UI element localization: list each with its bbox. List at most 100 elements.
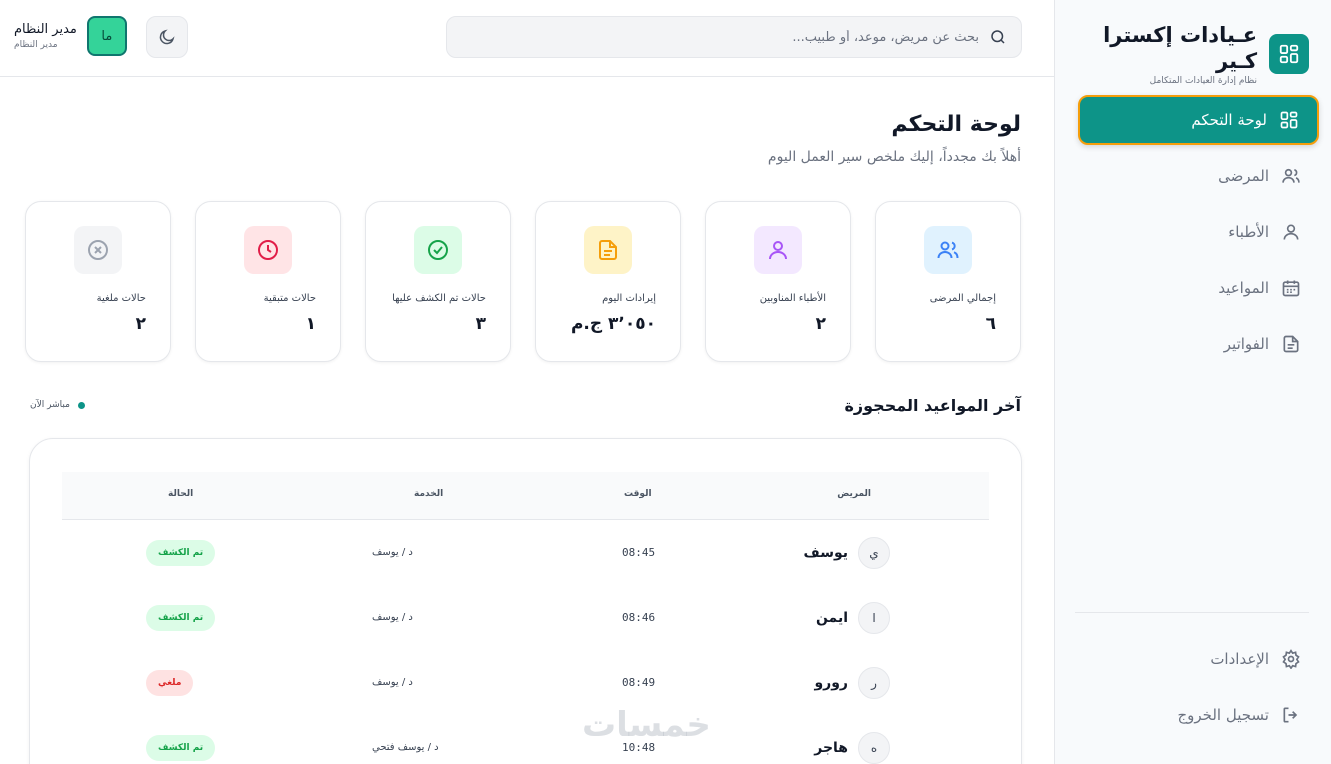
users-icon — [1282, 168, 1300, 183]
sidebar-item-settings[interactable]: الإعدادات — [1078, 634, 1319, 684]
sidebar-item-dashboard[interactable]: لوحة التحكم — [1078, 95, 1319, 145]
stat-label: إيرادات اليوم — [602, 293, 656, 304]
search-box — [446, 16, 1022, 58]
column-header-time: الوقت — [624, 489, 652, 499]
sidebar-item-label: تسجيل الخروج — [1177, 706, 1269, 724]
patient-name: رورو — [814, 674, 848, 691]
appointment-time: 08:46 — [622, 611, 656, 624]
calendar-icon — [1282, 280, 1300, 297]
user-icon — [769, 241, 787, 260]
table-header: المريض الوقت الخدمة الحالة — [62, 472, 989, 520]
appointment-time: 08:45 — [622, 546, 656, 559]
status-badge: تم الكشف — [146, 605, 216, 631]
user-menu[interactable]: ما مدير النظام مدير النظام — [14, 16, 127, 56]
patient-avatar: ر — [858, 666, 890, 699]
x-circle-icon — [88, 240, 108, 260]
appointments-title: آخر المواعيد المحجوزة — [844, 396, 1021, 415]
dashboard-icon — [1280, 111, 1298, 129]
live-indicator: مباشر الآن — [30, 400, 85, 410]
stat-card-examined: حالات تم الكشف عليها ٣ — [365, 201, 511, 362]
status-badge: تم الكشف — [146, 735, 216, 761]
users-icon — [937, 241, 959, 259]
sidebar-item-label: الأطباء — [1228, 223, 1269, 241]
brand: عـيادات إكسترا كـير نظام إدارة العيادات … — [1055, 22, 1309, 86]
stat-value: ٢ — [815, 314, 826, 334]
document-icon — [599, 240, 617, 260]
table-row[interactable]: ه هاجر 10:48 د / يوسف فتحي تم الكشف — [62, 715, 989, 764]
sidebar-item-label: المرضى — [1218, 167, 1269, 185]
stat-icon-bg — [584, 226, 632, 274]
stat-icon-bg — [414, 226, 462, 274]
stat-icon-bg — [754, 226, 802, 274]
stat-label: الأطباء المناوبين — [759, 293, 826, 304]
stat-card-doctors-on-duty: الأطباء المناوبين ٢ — [705, 201, 851, 362]
page-title: لوحة التحكم — [891, 112, 1021, 137]
stat-value: ٦ — [985, 314, 996, 334]
document-icon — [1283, 335, 1299, 353]
column-header-status: الحالة — [168, 489, 194, 499]
user-name: مدير النظام — [14, 22, 77, 37]
theme-toggle-button[interactable] — [146, 16, 188, 58]
stat-card-total-patients: إجمالي المرضى ٦ — [875, 201, 1021, 362]
logout-icon — [1283, 707, 1298, 723]
sidebar-nav: لوحة التحكم المرضى الأطباء المواعيد الفو… — [1078, 95, 1319, 375]
sidebar-divider — [1075, 612, 1309, 613]
sidebar-item-invoices[interactable]: الفواتير — [1078, 319, 1319, 369]
appointment-service: د / يوسف فتحي — [372, 742, 439, 753]
stat-label: إجمالي المرضى — [929, 293, 996, 304]
patient-name: ايمن — [815, 609, 848, 626]
page-subtitle: أهلاً بك مجدداً، إليك ملخص سير العمل الي… — [767, 149, 1021, 165]
user-role: مدير النظام — [14, 40, 58, 50]
patient-name: هاجر — [814, 739, 848, 756]
status-badge: ملغي — [146, 670, 194, 696]
stat-icon-bg — [74, 226, 122, 274]
patient-avatar: ا — [858, 601, 890, 634]
appointments-table: المريض الوقت الخدمة الحالة ي يوسف 08:45 … — [29, 438, 1022, 764]
stat-value: ٢ — [135, 314, 146, 334]
sidebar-item-label: لوحة التحكم — [1191, 111, 1267, 129]
stat-label: حالات متبقية — [263, 293, 316, 304]
stats-cards: إجمالي المرضى ٦ الأطباء المناوبين ٢ إيرا… — [25, 201, 1021, 362]
avatar: ما — [86, 16, 127, 56]
watermark: خمسات — [582, 705, 711, 745]
top-header: ما مدير النظام مدير النظام — [0, 0, 1054, 77]
live-label: مباشر الآن — [30, 400, 70, 410]
table-row[interactable]: ي يوسف 08:45 د / يوسف تم الكشف — [62, 520, 989, 585]
search-icon — [991, 30, 1005, 44]
appointment-service: د / يوسف — [372, 612, 413, 623]
stat-label: حالات ملغية — [96, 293, 146, 304]
column-header-service: الخدمة — [414, 489, 444, 499]
brand-logo-icon — [1269, 34, 1309, 74]
user-icon — [1283, 224, 1299, 240]
brand-subtitle: نظام إدارة العيادات المتكامل — [1149, 76, 1258, 86]
live-dot-icon — [77, 401, 85, 409]
sidebar-bottom: الإعدادات تسجيل الخروج — [1078, 634, 1319, 746]
sidebar-item-label: الفواتير — [1223, 335, 1269, 353]
patient-name: يوسف — [803, 544, 848, 561]
table-row[interactable]: ر رورو 08:49 د / يوسف ملغي — [62, 650, 989, 715]
status-badge: تم الكشف — [146, 540, 216, 566]
stat-card-cancelled: حالات ملغية ٢ — [25, 201, 171, 362]
sidebar-item-doctors[interactable]: الأطباء — [1078, 207, 1319, 257]
search-input[interactable] — [461, 29, 979, 45]
appointment-service: د / يوسف — [372, 677, 413, 688]
sidebar-item-appointments[interactable]: المواعيد — [1078, 263, 1319, 313]
stat-card-remaining: حالات متبقية ١ — [195, 201, 341, 362]
gear-icon — [1282, 649, 1300, 669]
table-row[interactable]: ا ايمن 08:46 د / يوسف تم الكشف — [62, 585, 989, 650]
patient-avatar: ه — [858, 731, 890, 764]
sidebar-item-logout[interactable]: تسجيل الخروج — [1078, 690, 1319, 740]
moon-icon — [159, 29, 175, 45]
stat-card-revenue-today: إيرادات اليوم ٣٬٠٥٠ ج.م — [535, 201, 681, 362]
brand-title: عـيادات إكسترا كـير — [1103, 23, 1258, 73]
stat-value: ٣ — [475, 314, 486, 334]
stat-value: ١ — [305, 314, 316, 334]
check-circle-icon — [428, 240, 448, 260]
sidebar-item-patients[interactable]: المرضى — [1078, 151, 1319, 201]
clock-icon — [258, 240, 278, 260]
sidebar: عـيادات إكسترا كـير نظام إدارة العيادات … — [1054, 0, 1331, 764]
patient-avatar: ي — [858, 536, 890, 569]
stat-value: ٣٬٠٥٠ ج.م — [570, 314, 656, 334]
appointment-service: د / يوسف — [372, 547, 413, 558]
column-header-patient: المريض — [837, 489, 871, 499]
